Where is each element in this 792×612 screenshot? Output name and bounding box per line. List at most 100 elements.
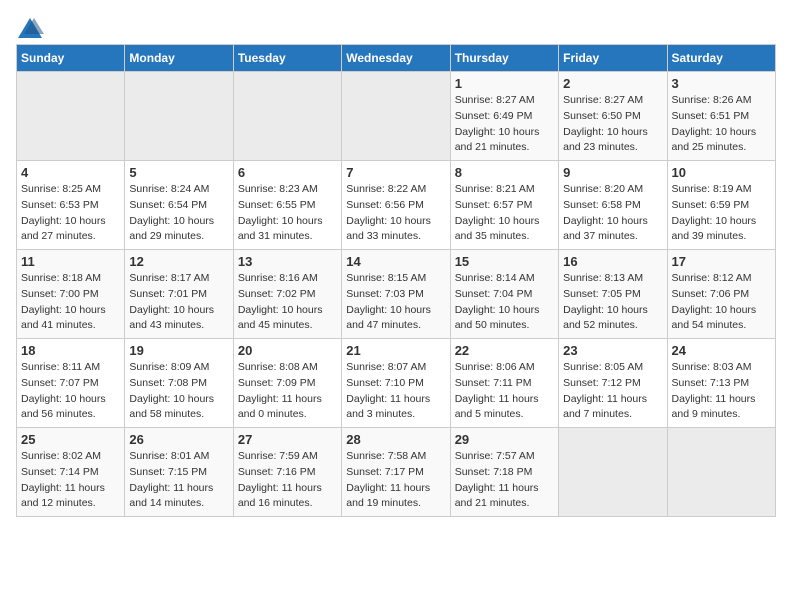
day-number: 29	[455, 432, 554, 447]
day-info: Sunrise: 8:11 AM Sunset: 7:07 PM Dayligh…	[21, 360, 120, 423]
day-number: 24	[672, 343, 771, 358]
day-number: 4	[21, 165, 120, 180]
calendar-cell: 11 Sunrise: 8:18 AM Sunset: 7:00 PM Dayli…	[17, 250, 125, 339]
day-info: Sunrise: 8:03 AM Sunset: 7:13 PM Dayligh…	[672, 360, 771, 423]
column-header-monday: Monday	[125, 45, 233, 72]
day-info: Sunrise: 7:58 AM Sunset: 7:17 PM Dayligh…	[346, 449, 445, 512]
day-number: 11	[21, 254, 120, 269]
calendar-cell: 26 Sunrise: 8:01 AM Sunset: 7:15 PM Dayli…	[125, 428, 233, 517]
calendar-header-row: SundayMondayTuesdayWednesdayThursdayFrid…	[17, 45, 776, 72]
day-number: 8	[455, 165, 554, 180]
day-info: Sunrise: 8:22 AM Sunset: 6:56 PM Dayligh…	[346, 182, 445, 245]
calendar-cell: 21 Sunrise: 8:07 AM Sunset: 7:10 PM Dayli…	[342, 339, 450, 428]
day-info: Sunrise: 7:59 AM Sunset: 7:16 PM Dayligh…	[238, 449, 337, 512]
day-number: 26	[129, 432, 228, 447]
day-info: Sunrise: 8:15 AM Sunset: 7:03 PM Dayligh…	[346, 271, 445, 334]
calendar-cell: 16 Sunrise: 8:13 AM Sunset: 7:05 PM Dayli…	[559, 250, 667, 339]
calendar-cell	[233, 72, 341, 161]
calendar-cell: 14 Sunrise: 8:15 AM Sunset: 7:03 PM Dayli…	[342, 250, 450, 339]
day-info: Sunrise: 8:07 AM Sunset: 7:10 PM Dayligh…	[346, 360, 445, 423]
calendar-cell: 19Sunrise: 8:09 AM Sunset: 7:08 PM Dayli…	[125, 339, 233, 428]
day-number: 23	[563, 343, 662, 358]
day-number: 17	[672, 254, 771, 269]
day-number: 16	[563, 254, 662, 269]
calendar-cell	[667, 428, 775, 517]
column-header-saturday: Saturday	[667, 45, 775, 72]
day-info: Sunrise: 8:27 AM Sunset: 6:50 PM Dayligh…	[563, 93, 662, 156]
calendar-cell: 2 Sunrise: 8:27 AM Sunset: 6:50 PM Daylig…	[559, 72, 667, 161]
day-number: 5	[129, 165, 228, 180]
logo	[16, 16, 48, 40]
day-number: 2	[563, 76, 662, 91]
calendar-cell: 29 Sunrise: 7:57 AM Sunset: 7:18 PM Dayli…	[450, 428, 558, 517]
day-number: 20	[238, 343, 337, 358]
day-number: 22	[455, 343, 554, 358]
logo-icon	[16, 16, 44, 40]
day-number: 3	[672, 76, 771, 91]
day-number: 15	[455, 254, 554, 269]
calendar-cell: 15Sunrise: 8:14 AM Sunset: 7:04 PM Dayli…	[450, 250, 558, 339]
calendar-cell: 24 Sunrise: 8:03 AM Sunset: 7:13 PM Dayli…	[667, 339, 775, 428]
day-info: Sunrise: 8:20 AM Sunset: 6:58 PM Dayligh…	[563, 182, 662, 245]
calendar-cell: 6 Sunrise: 8:23 AM Sunset: 6:55 PM Daylig…	[233, 161, 341, 250]
day-number: 6	[238, 165, 337, 180]
day-number: 19	[129, 343, 228, 358]
day-info: Sunrise: 8:12 AM Sunset: 7:06 PM Dayligh…	[672, 271, 771, 334]
calendar-cell: 10 Sunrise: 8:19 AM Sunset: 6:59 PM Dayli…	[667, 161, 775, 250]
day-info: Sunrise: 8:27 AM Sunset: 6:49 PM Dayligh…	[455, 93, 554, 156]
calendar-week-2: 4 Sunrise: 8:25 AM Sunset: 6:53 PM Daylig…	[17, 161, 776, 250]
calendar-cell: 5 Sunrise: 8:24 AM Sunset: 6:54 PM Daylig…	[125, 161, 233, 250]
calendar-week-4: 18 Sunrise: 8:11 AM Sunset: 7:07 PM Dayli…	[17, 339, 776, 428]
calendar-cell	[17, 72, 125, 161]
calendar-cell: 13 Sunrise: 8:16 AM Sunset: 7:02 PM Dayli…	[233, 250, 341, 339]
calendar-cell: 25 Sunrise: 8:02 AM Sunset: 7:14 PM Dayli…	[17, 428, 125, 517]
day-number: 28	[346, 432, 445, 447]
day-number: 18	[21, 343, 120, 358]
calendar-cell: 23 Sunrise: 8:05 AM Sunset: 7:12 PM Dayli…	[559, 339, 667, 428]
calendar-table: SundayMondayTuesdayWednesdayThursdayFrid…	[16, 44, 776, 517]
day-number: 14	[346, 254, 445, 269]
day-number: 9	[563, 165, 662, 180]
calendar-cell: 3 Sunrise: 8:26 AM Sunset: 6:51 PM Daylig…	[667, 72, 775, 161]
calendar-week-5: 25 Sunrise: 8:02 AM Sunset: 7:14 PM Dayli…	[17, 428, 776, 517]
calendar-cell	[125, 72, 233, 161]
day-info: Sunrise: 8:23 AM Sunset: 6:55 PM Dayligh…	[238, 182, 337, 245]
day-info: Sunrise: 8:16 AM Sunset: 7:02 PM Dayligh…	[238, 271, 337, 334]
column-header-thursday: Thursday	[450, 45, 558, 72]
day-number: 12	[129, 254, 228, 269]
calendar-cell: 20Sunrise: 8:08 AM Sunset: 7:09 PM Dayli…	[233, 339, 341, 428]
day-info: Sunrise: 8:19 AM Sunset: 6:59 PM Dayligh…	[672, 182, 771, 245]
column-header-sunday: Sunday	[17, 45, 125, 72]
column-header-tuesday: Tuesday	[233, 45, 341, 72]
day-info: Sunrise: 8:24 AM Sunset: 6:54 PM Dayligh…	[129, 182, 228, 245]
day-number: 1	[455, 76, 554, 91]
calendar-week-1: 1 Sunrise: 8:27 AM Sunset: 6:49 PM Daylig…	[17, 72, 776, 161]
calendar-cell: 4 Sunrise: 8:25 AM Sunset: 6:53 PM Daylig…	[17, 161, 125, 250]
day-info: Sunrise: 8:02 AM Sunset: 7:14 PM Dayligh…	[21, 449, 120, 512]
calendar-cell: 9 Sunrise: 8:20 AM Sunset: 6:58 PM Daylig…	[559, 161, 667, 250]
day-info: Sunrise: 8:06 AM Sunset: 7:11 PM Dayligh…	[455, 360, 554, 423]
day-number: 21	[346, 343, 445, 358]
day-number: 7	[346, 165, 445, 180]
day-info: Sunrise: 8:26 AM Sunset: 6:51 PM Dayligh…	[672, 93, 771, 156]
calendar-cell: 12Sunrise: 8:17 AM Sunset: 7:01 PM Dayli…	[125, 250, 233, 339]
day-info: Sunrise: 7:57 AM Sunset: 7:18 PM Dayligh…	[455, 449, 554, 512]
calendar-cell: 28 Sunrise: 7:58 AM Sunset: 7:17 PM Dayli…	[342, 428, 450, 517]
day-info: Sunrise: 8:05 AM Sunset: 7:12 PM Dayligh…	[563, 360, 662, 423]
day-info: Sunrise: 8:01 AM Sunset: 7:15 PM Dayligh…	[129, 449, 228, 512]
day-number: 25	[21, 432, 120, 447]
day-number: 27	[238, 432, 337, 447]
calendar-cell: 22 Sunrise: 8:06 AM Sunset: 7:11 PM Dayli…	[450, 339, 558, 428]
day-info: Sunrise: 8:25 AM Sunset: 6:53 PM Dayligh…	[21, 182, 120, 245]
calendar-cell: 17 Sunrise: 8:12 AM Sunset: 7:06 PM Dayli…	[667, 250, 775, 339]
day-number: 13	[238, 254, 337, 269]
header	[16, 16, 776, 40]
calendar-cell	[559, 428, 667, 517]
column-header-wednesday: Wednesday	[342, 45, 450, 72]
calendar-cell: 1 Sunrise: 8:27 AM Sunset: 6:49 PM Daylig…	[450, 72, 558, 161]
day-info: Sunrise: 8:18 AM Sunset: 7:00 PM Dayligh…	[21, 271, 120, 334]
day-info: Sunrise: 8:13 AM Sunset: 7:05 PM Dayligh…	[563, 271, 662, 334]
calendar-cell: 7 Sunrise: 8:22 AM Sunset: 6:56 PM Daylig…	[342, 161, 450, 250]
calendar-cell: 27 Sunrise: 7:59 AM Sunset: 7:16 PM Dayli…	[233, 428, 341, 517]
day-number: 10	[672, 165, 771, 180]
